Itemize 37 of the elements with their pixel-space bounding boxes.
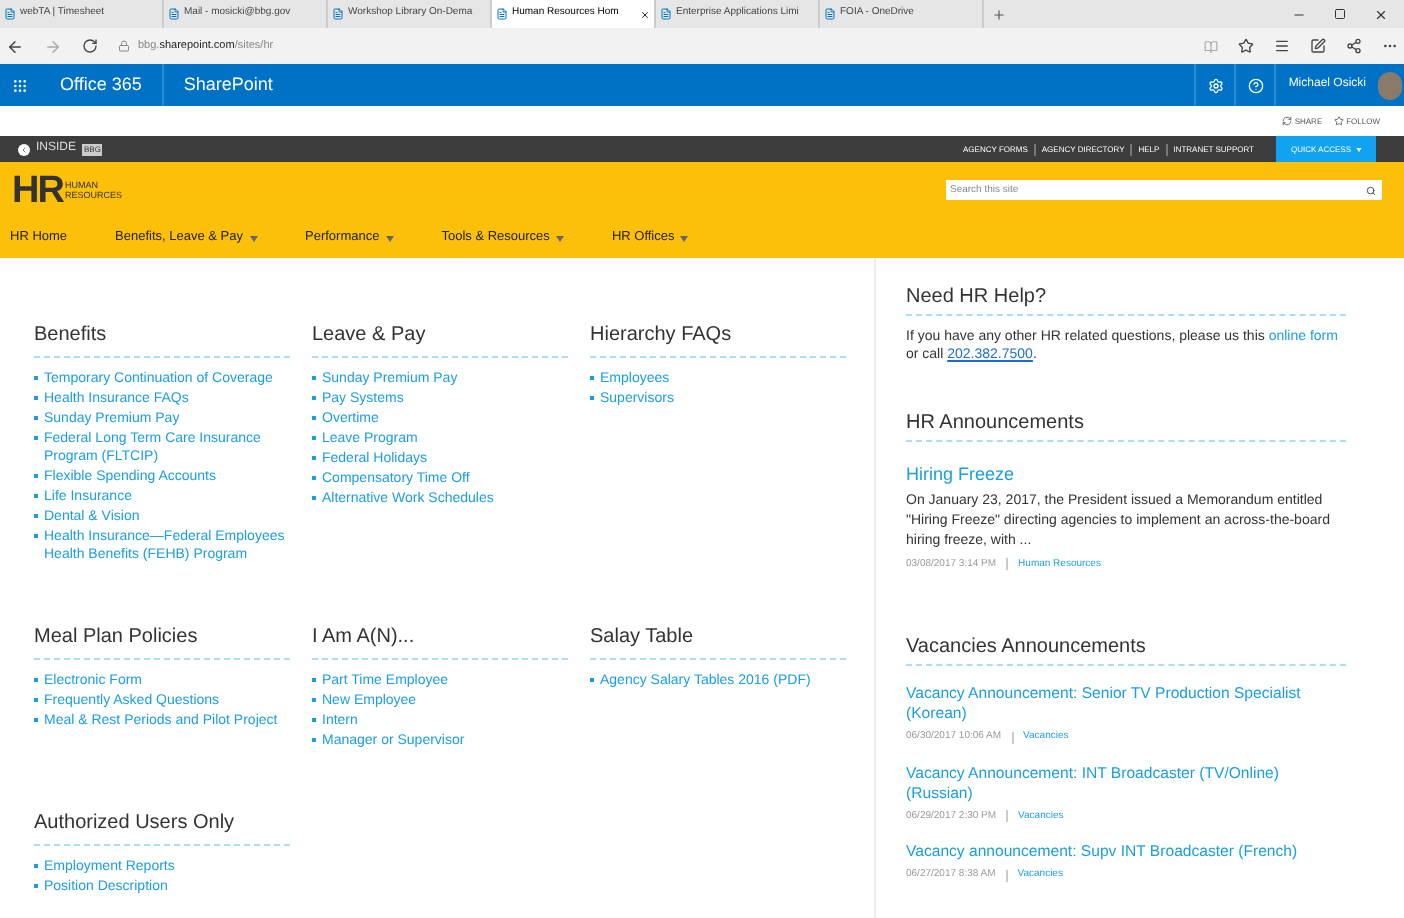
star-icon: [1334, 116, 1345, 126]
settings-icon[interactable]: [1207, 77, 1224, 93]
section-heading: Meal Plan Policies: [34, 622, 290, 660]
circle-arrow-icon: [18, 143, 30, 155]
section-heading: Need HR Help?: [906, 282, 1346, 316]
lock-icon: [118, 40, 130, 52]
section-heading: HR Announcements: [906, 408, 1346, 442]
suite-app-name[interactable]: Office 365: [40, 64, 164, 106]
page-icon: [496, 8, 508, 20]
section-heading: Salay Table: [590, 622, 846, 660]
sync-icon: [1282, 116, 1293, 126]
section-heading: Leave & Pay: [312, 320, 568, 358]
close-icon[interactable]: [1374, 7, 1388, 21]
caret-icon: [1355, 147, 1361, 151]
section-heading: Authorized Users Only: [34, 808, 290, 846]
help-icon[interactable]: [1247, 77, 1264, 93]
app-launcher-icon[interactable]: [12, 77, 28, 93]
section-heading: Vacancies Announcements: [906, 632, 1346, 666]
page-icon: [168, 8, 180, 20]
note-icon[interactable]: [1310, 38, 1326, 54]
hub-icon[interactable]: [1274, 38, 1290, 54]
announcement-title[interactable]: Hiring Freeze: [906, 462, 1346, 489]
maximize-icon[interactable]: [1334, 8, 1346, 20]
page-icon: [332, 8, 344, 20]
back-icon[interactable]: [6, 37, 24, 55]
page-icon: [4, 8, 16, 20]
refresh-icon[interactable]: [82, 38, 98, 54]
favorite-icon[interactable]: [1238, 38, 1254, 54]
page-icon: [660, 8, 672, 20]
section-heading: Hierarchy FAQs: [590, 320, 846, 358]
section-heading: I Am A(N)...: [312, 622, 568, 660]
page-icon: [824, 8, 836, 20]
share-icon[interactable]: [1346, 38, 1362, 54]
section-heading: Benefits: [34, 320, 290, 358]
suite-product-name[interactable]: SharePoint: [163, 64, 293, 106]
new-tab-icon[interactable]: [992, 7, 1006, 21]
search-icon[interactable]: [1366, 185, 1376, 195]
